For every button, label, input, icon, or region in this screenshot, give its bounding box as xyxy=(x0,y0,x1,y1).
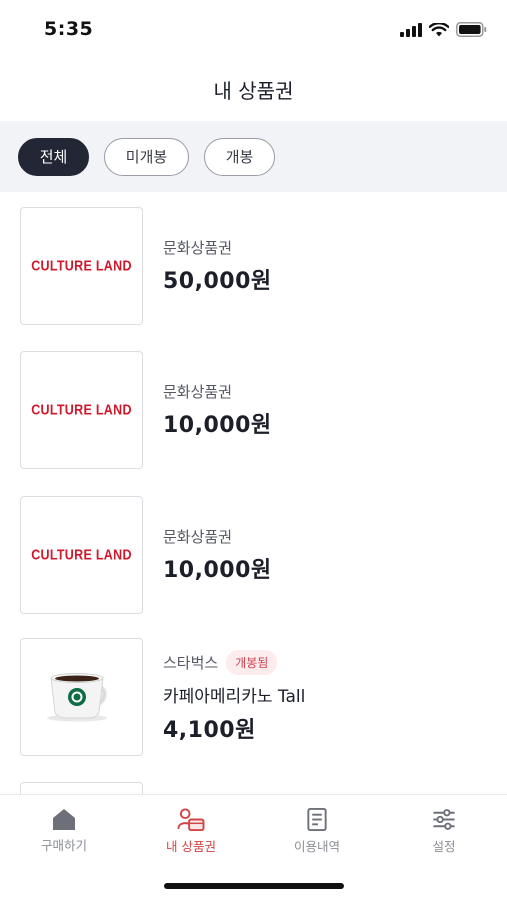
signal-icon xyxy=(400,22,422,37)
voucher-price: 10,000원 xyxy=(163,413,272,438)
voucher-brand: 스타벅스 xyxy=(163,654,219,672)
status-icons xyxy=(400,22,487,37)
tab-my-vouchers[interactable]: 내 상품권 xyxy=(128,807,254,855)
voucher-brand: 문화상품권 xyxy=(163,239,233,257)
tab-label: 이용내역 xyxy=(293,839,340,854)
brand-row: 스타벅스 개봉됨 xyxy=(163,650,305,675)
wifi-icon xyxy=(429,22,449,36)
brand-row: 문화상품권 xyxy=(163,526,272,547)
tab-label: 설정 xyxy=(432,839,456,854)
culture-land-logo: CULTURE LAND xyxy=(31,546,132,564)
filter-chip-unopened[interactable]: 미개봉 xyxy=(104,137,189,176)
tab-label: 내 상품권 xyxy=(166,839,216,854)
voucher-info: 스타벅스 개봉됨 카페아메리카노 Tall 4,100원 xyxy=(163,638,305,756)
voucher-brand: 문화상품권 xyxy=(163,528,233,546)
filter-chip-opened[interactable]: 개봉 xyxy=(204,137,275,176)
my-voucher-icon xyxy=(177,808,205,832)
status-time: 5:35 xyxy=(44,18,94,40)
voucher-product: 카페아메리카노 Tall xyxy=(163,687,306,707)
brand-row: 문화상품권 xyxy=(163,237,272,258)
page-title: 내 상품권 xyxy=(213,79,294,103)
voucher-thumbnail: CULTURE LAND xyxy=(20,207,143,325)
filter-bar: 전체 미개봉 개봉 xyxy=(0,121,507,192)
voucher-thumbnail: CULTURE LAND xyxy=(20,496,143,614)
tab-history[interactable]: 이용내역 xyxy=(254,807,380,855)
tab-label: 구매하기 xyxy=(40,838,87,853)
voucher-price: 4,100원 xyxy=(163,718,256,743)
settings-sliders-icon xyxy=(433,809,455,830)
document-icon xyxy=(307,807,327,832)
voucher-thumbnail: CULTURE LAND xyxy=(20,351,143,469)
voucher-thumbnail xyxy=(20,638,143,756)
voucher-price: 10,000원 xyxy=(163,558,272,583)
tab-purchase[interactable]: 구매하기 xyxy=(1,807,127,855)
voucher-price: 50,000원 xyxy=(163,269,272,294)
filter-chip-all[interactable]: 전체 xyxy=(18,137,89,176)
title-bar: 내 상품권 xyxy=(0,58,507,121)
opened-badge: 개봉됨 xyxy=(226,650,278,675)
home-icon xyxy=(53,809,75,830)
voucher-item[interactable]: CULTURE LAND 문화상품권 10,000원 xyxy=(20,351,490,469)
culture-land-logo: CULTURE LAND xyxy=(31,401,132,419)
home-indicator xyxy=(164,883,344,889)
culture-land-logo: CULTURE LAND xyxy=(31,257,132,275)
voucher-item[interactable]: CULTURE LAND 문화상품권 10,000원 xyxy=(20,496,490,614)
voucher-list: CULTURE LAND 문화상품권 50,000원 CULTURE LAND … xyxy=(0,192,507,794)
voucher-item[interactable] xyxy=(20,782,490,794)
voucher-info: 문화상품권 10,000원 xyxy=(163,351,272,469)
voucher-thumbnail xyxy=(20,782,143,794)
voucher-item[interactable]: CULTURE LAND 문화상품권 50,000원 xyxy=(20,207,490,325)
status-bar: 5:35 xyxy=(0,0,507,58)
coffee-cup-icon xyxy=(46,673,107,722)
battery-icon xyxy=(456,22,487,37)
tab-settings[interactable]: 설정 xyxy=(381,807,507,855)
voucher-info: 문화상품권 10,000원 xyxy=(163,496,272,614)
voucher-item[interactable]: 스타벅스 개봉됨 카페아메리카노 Tall 4,100원 xyxy=(20,638,490,756)
brand-row: 문화상품권 xyxy=(163,381,272,402)
voucher-brand: 문화상품권 xyxy=(163,383,233,401)
voucher-info: 문화상품권 50,000원 xyxy=(163,207,272,325)
